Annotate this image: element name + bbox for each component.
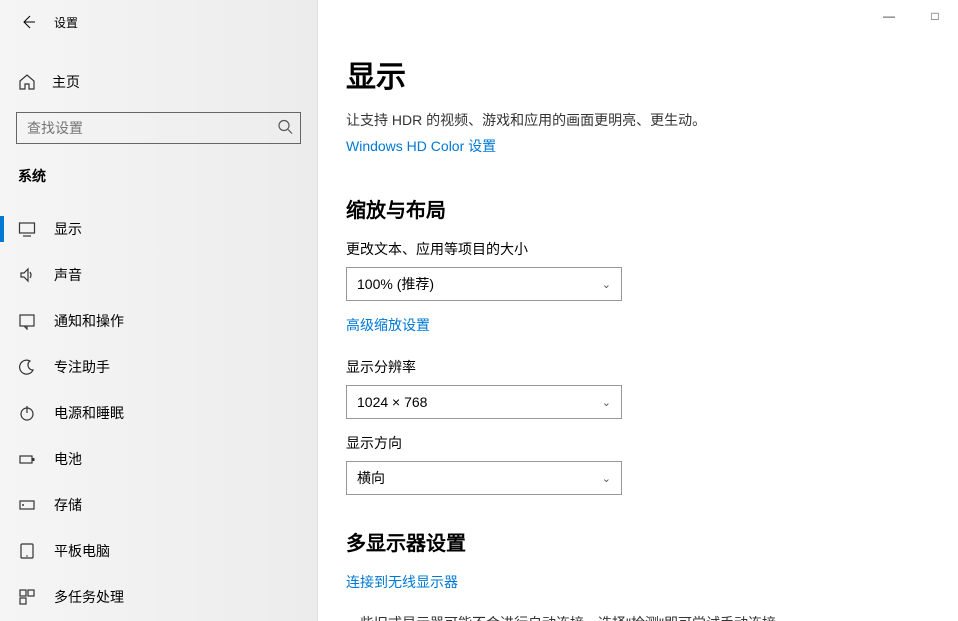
window-controls: — □: [866, 0, 958, 32]
chevron-down-icon: ⌄: [602, 472, 611, 485]
chevron-down-icon: ⌄: [602, 396, 611, 409]
multi-description: 一些旧式显示器可能不会进行自动连接，选择"检测"即可尝试手动连接: [346, 612, 806, 621]
sidebar-item-label: 电池: [54, 449, 82, 469]
maximize-button[interactable]: □: [912, 0, 958, 32]
main-content: — □ 显示 让支持 HDR 的视频、游戏和应用的画面更明亮、更生动。 Wind…: [318, 0, 958, 621]
nav: 显示 声音 通知和操作 专注助手 电源和睡眠 电池 存储 平板电脑: [0, 206, 317, 620]
sidebar-item-label: 通知和操作: [54, 311, 124, 331]
power-icon: [18, 404, 36, 422]
sidebar: 设置 主页 系统 显示 声音 通知和操作 专注助手: [0, 0, 318, 621]
scale-dropdown[interactable]: 100% (推荐) ⌄: [346, 267, 622, 301]
moon-icon: [18, 358, 36, 376]
sidebar-item-battery[interactable]: 电池: [0, 436, 317, 482]
sidebar-item-tablet[interactable]: 平板电脑: [0, 528, 317, 574]
scale-section-title: 缩放与布局: [346, 194, 958, 223]
sidebar-item-storage[interactable]: 存储: [0, 482, 317, 528]
sidebar-item-label: 电源和睡眠: [54, 403, 124, 423]
back-button[interactable]: [8, 2, 48, 42]
sidebar-item-notifications[interactable]: 通知和操作: [0, 298, 317, 344]
scale-label: 更改文本、应用等项目的大小: [346, 239, 958, 259]
orientation-dropdown[interactable]: 横向 ⌄: [346, 461, 622, 495]
arrow-left-icon: [20, 14, 36, 30]
resolution-label: 显示分辨率: [346, 357, 958, 377]
hdr-settings-link[interactable]: Windows HD Color 设置: [346, 136, 496, 156]
home-icon: [18, 73, 36, 91]
sidebar-item-power[interactable]: 电源和睡眠: [0, 390, 317, 436]
sidebar-item-multitask[interactable]: 多任务处理: [0, 574, 317, 620]
wireless-display-link[interactable]: 连接到无线显示器: [346, 572, 458, 592]
sidebar-item-label: 显示: [54, 219, 82, 239]
sidebar-item-label: 平板电脑: [54, 541, 110, 561]
battery-icon: [18, 450, 36, 468]
search-wrap: [16, 112, 301, 144]
sidebar-item-label: 专注助手: [54, 357, 110, 377]
search-input[interactable]: [16, 112, 301, 144]
monitor-icon: [18, 220, 36, 238]
speaker-icon: [18, 266, 36, 284]
category-label: 系统: [18, 166, 299, 186]
storage-icon: [18, 496, 36, 514]
home-label: 主页: [52, 72, 80, 92]
page-title: 显示: [346, 52, 958, 96]
tablet-icon: [18, 542, 36, 560]
notification-icon: [18, 312, 36, 330]
sidebar-item-display[interactable]: 显示: [0, 206, 317, 252]
sidebar-item-focus[interactable]: 专注助手: [0, 344, 317, 390]
home-row[interactable]: 主页: [0, 62, 317, 102]
advanced-scale-link[interactable]: 高级缩放设置: [346, 315, 430, 335]
minimize-button[interactable]: —: [866, 0, 912, 32]
resolution-value: 1024 × 768: [357, 394, 427, 410]
hdr-description: 让支持 HDR 的视频、游戏和应用的画面更明亮、更生动。: [346, 110, 958, 130]
sidebar-item-label: 多任务处理: [54, 587, 124, 607]
titlebar: 设置: [0, 0, 317, 44]
resolution-dropdown[interactable]: 1024 × 768 ⌄: [346, 385, 622, 419]
chevron-down-icon: ⌄: [602, 278, 611, 291]
window-title: 设置: [54, 14, 78, 31]
orientation-label: 显示方向: [346, 433, 958, 453]
scale-value: 100% (推荐): [357, 274, 434, 294]
multitask-icon: [18, 588, 36, 606]
multi-section-title: 多显示器设置: [346, 527, 958, 556]
search-icon: [277, 119, 293, 138]
sidebar-item-label: 存储: [54, 495, 82, 515]
sidebar-item-label: 声音: [54, 265, 82, 285]
sidebar-item-sound[interactable]: 声音: [0, 252, 317, 298]
orientation-value: 横向: [357, 468, 385, 488]
